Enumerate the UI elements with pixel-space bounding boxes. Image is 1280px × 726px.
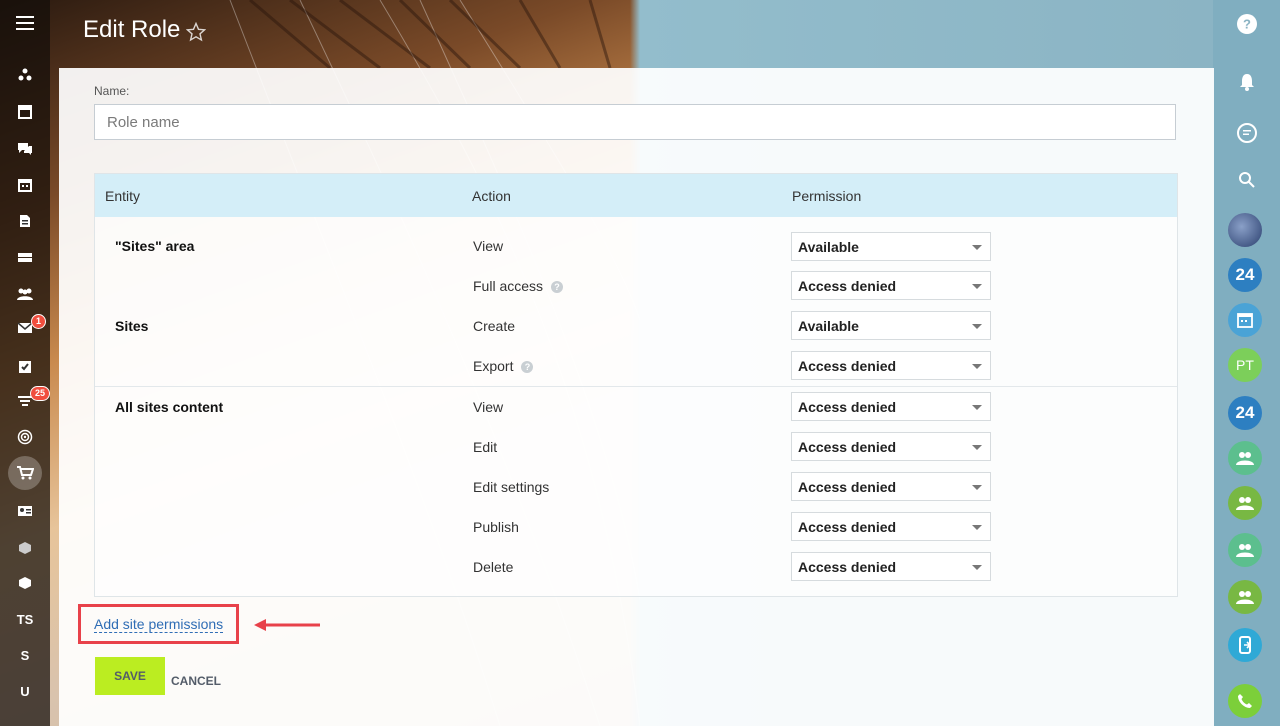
add-site-permissions-link[interactable]: Add site permissions — [94, 616, 224, 633]
news-icon[interactable] — [0, 97, 50, 127]
chevron-down-icon — [972, 324, 982, 329]
action-label: Edit — [473, 439, 498, 455]
role-name-input[interactable] — [94, 104, 1176, 140]
chevron-down-icon — [972, 364, 982, 369]
permission-select[interactable]: Access denied — [791, 392, 991, 421]
entity-header: Entity — [105, 188, 141, 204]
page-title: Edit Role — [83, 16, 181, 43]
shop-icon[interactable] — [0, 456, 50, 490]
entity-sites-area: "Sites" area — [115, 238, 195, 254]
user-avatar-pt[interactable]: PT — [1228, 348, 1262, 382]
permission-select[interactable]: Available — [791, 311, 991, 340]
chevron-down-icon — [972, 405, 982, 410]
chevron-down-icon — [972, 245, 982, 250]
chevron-down-icon — [972, 445, 982, 450]
permission-select[interactable]: Access denied — [791, 472, 991, 501]
phone-icon[interactable] — [1228, 684, 1262, 718]
chat-icon[interactable] — [0, 134, 50, 164]
drive-icon[interactable] — [0, 242, 50, 272]
app-s-item[interactable]: S — [0, 640, 50, 670]
permission-header: Permission — [792, 188, 862, 204]
groups-icon[interactable] — [0, 279, 50, 309]
cancel-button[interactable]: CANCEL — [171, 674, 221, 688]
action-label: Edit settings — [473, 479, 550, 495]
bell-icon[interactable] — [1235, 70, 1259, 94]
left-sidebar: 1 25 TS S U — [0, 0, 51, 726]
contact-card-icon[interactable] — [0, 496, 50, 526]
group-icon[interactable] — [1228, 533, 1262, 567]
group-icon[interactable] — [1228, 486, 1262, 520]
tasks-icon[interactable] — [0, 352, 50, 382]
entity-sites: Sites — [115, 318, 149, 334]
table-header: Entity Action Permission — [95, 174, 1177, 217]
box-icon[interactable] — [0, 568, 50, 598]
favorite-star-icon[interactable] — [186, 22, 206, 42]
avatar-photo-icon[interactable] — [1228, 213, 1262, 247]
action-header: Action — [472, 188, 511, 204]
action-label: Export? — [473, 358, 534, 374]
calendar-icon[interactable] — [0, 170, 50, 200]
target-icon[interactable] — [0, 422, 50, 452]
bitrix24-chat-item[interactable]: 24 — [1228, 258, 1262, 292]
name-label: Name: — [94, 84, 130, 98]
group-icon[interactable] — [1228, 441, 1262, 475]
action-label: View — [473, 399, 504, 415]
action-label: Delete — [473, 559, 514, 575]
help-icon[interactable]: ? — [1235, 12, 1259, 36]
action-label: View — [473, 238, 504, 254]
permission-select[interactable]: Access denied — [791, 351, 991, 380]
action-label: Create — [473, 318, 516, 334]
app-ts-item[interactable]: TS — [0, 604, 50, 634]
chevron-down-icon — [972, 565, 982, 570]
app-u-item[interactable]: U — [0, 676, 50, 706]
help-icon[interactable]: ? — [521, 361, 534, 374]
mail-badge: 1 — [31, 314, 47, 329]
crm-icon[interactable]: 25 — [0, 386, 51, 416]
bitrix24-chat-item[interactable]: 24 — [1228, 396, 1262, 430]
svg-text:?: ? — [1243, 17, 1251, 32]
entity-all-sites-content: All sites content — [115, 399, 224, 415]
permission-select[interactable]: Access denied — [791, 432, 991, 461]
arrow-left-icon — [254, 619, 320, 631]
crm-badge: 25 — [30, 386, 51, 401]
group-icon[interactable] — [1228, 580, 1262, 614]
save-button[interactable]: SAVE — [95, 657, 165, 695]
group-divider — [95, 386, 1177, 387]
permission-select[interactable]: Access denied — [791, 271, 991, 300]
calendar-icon[interactable] — [1228, 303, 1262, 337]
permission-select[interactable]: Access denied — [791, 552, 991, 581]
mail-icon[interactable]: 1 — [0, 313, 50, 343]
chevron-down-icon — [972, 525, 982, 530]
action-label: Full access? — [473, 278, 564, 294]
device-icon[interactable] — [1228, 628, 1262, 662]
chevron-down-icon — [972, 485, 982, 490]
permission-select[interactable]: Available — [791, 232, 991, 261]
chat-bubble-icon[interactable] — [1235, 121, 1259, 145]
box-icon[interactable] — [0, 533, 50, 563]
search-icon[interactable] — [1235, 168, 1259, 192]
chevron-down-icon — [972, 284, 982, 289]
help-icon[interactable]: ? — [551, 281, 564, 294]
action-label: Publish — [473, 519, 519, 535]
stream-icon[interactable] — [0, 60, 50, 90]
permissions-table — [94, 173, 1178, 597]
docs-icon[interactable] — [0, 206, 50, 236]
permission-select[interactable]: Access denied — [791, 512, 991, 541]
menu-icon[interactable] — [16, 16, 34, 30]
